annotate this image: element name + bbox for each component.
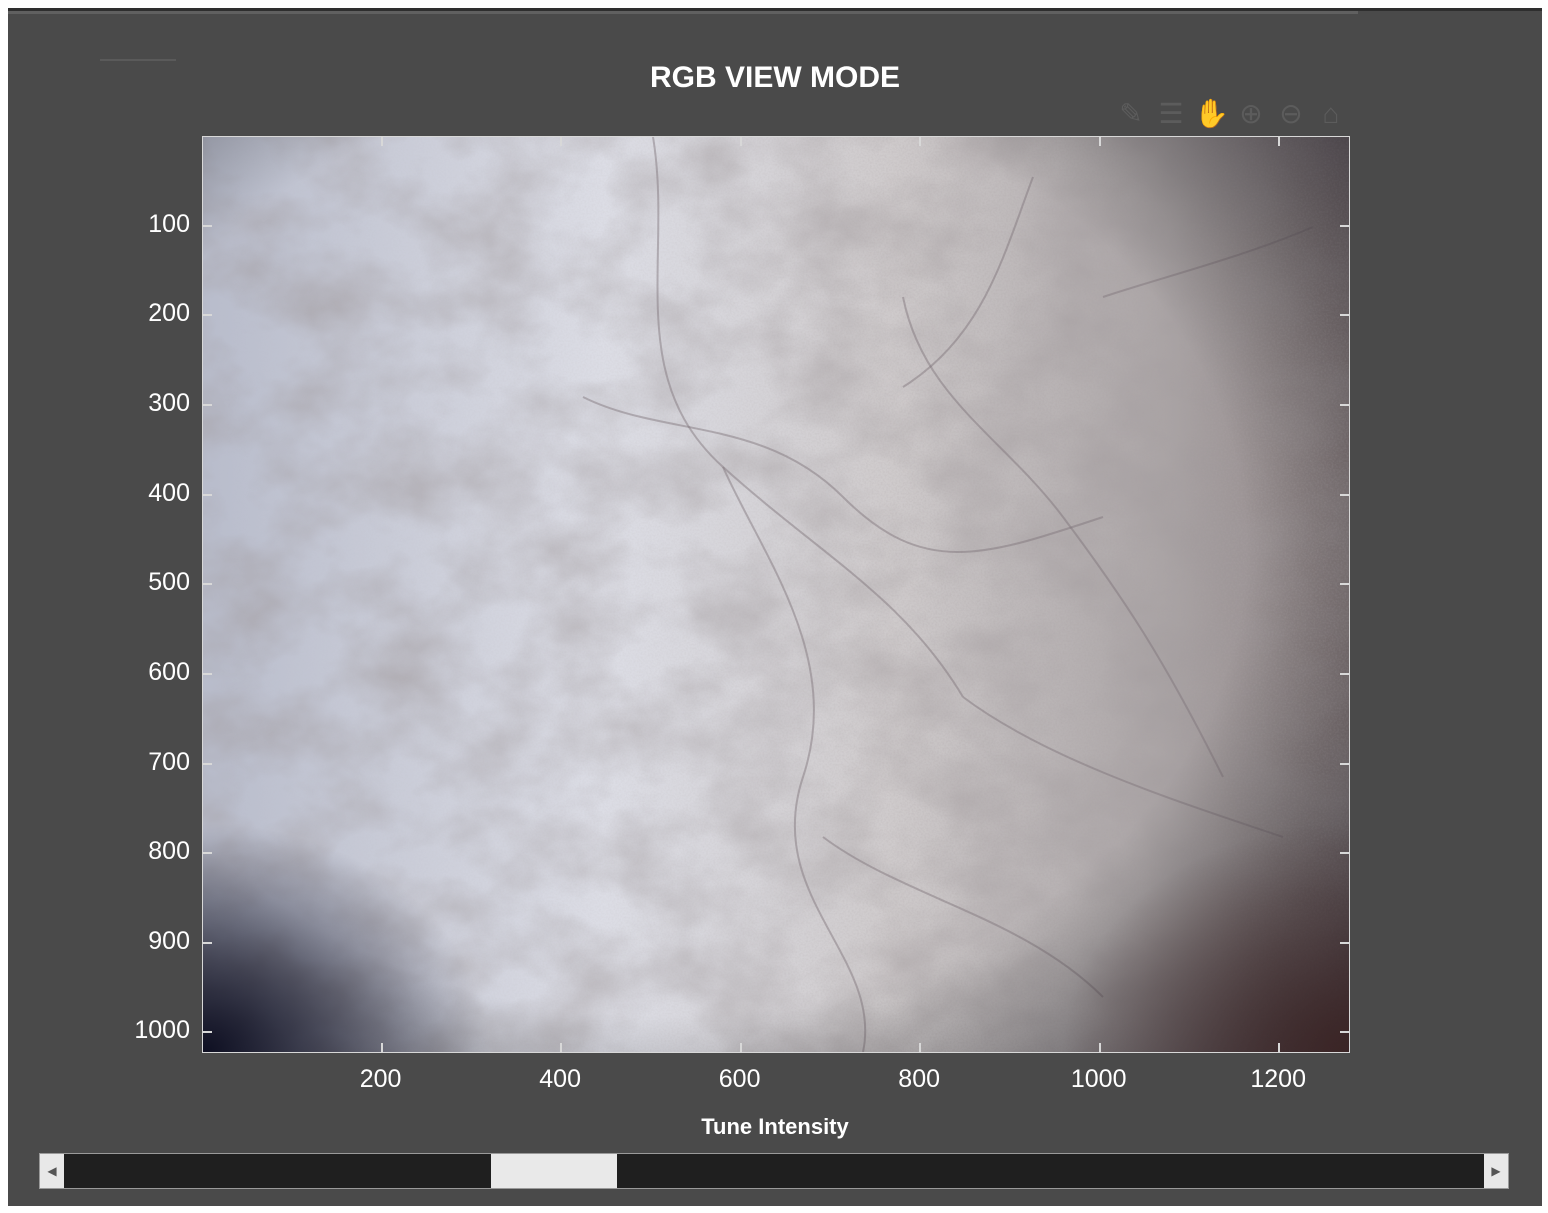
axes-toolbar: ✎ ☰ ✋ ⊕ ⊖ ⌂ — [1114, 97, 1348, 131]
x-tick-label: 200 — [359, 1065, 402, 1093]
y-tick-label: 600 — [148, 657, 190, 686]
intensity-slider[interactable]: ◀ ▶ — [39, 1153, 1509, 1189]
datatip-icon[interactable]: ☰ — [1154, 97, 1188, 131]
y-tick-label: 500 — [148, 568, 190, 597]
y-tick-label: 100 — [148, 209, 190, 238]
x-tick-label: 1200 — [1250, 1065, 1306, 1093]
slider-left-arrow-icon[interactable]: ◀ — [40, 1154, 64, 1188]
slider-right-arrow-icon[interactable]: ▶ — [1484, 1154, 1508, 1188]
y-tick-label: 800 — [148, 837, 190, 866]
page-title: RGB VIEW MODE — [649, 61, 900, 94]
x-tick-label: 1000 — [1070, 1065, 1127, 1093]
home-icon[interactable]: ⌂ — [1314, 97, 1348, 131]
zoom-out-icon[interactable]: ⊖ — [1274, 97, 1308, 131]
zoom-in-icon[interactable]: ⊕ — [1234, 97, 1268, 131]
pan-hand-icon[interactable]: ✋ — [1194, 97, 1229, 131]
brush-icon[interactable]: ✎ — [1114, 97, 1148, 131]
y-tick-label: 1000 — [134, 1016, 190, 1045]
image-axes[interactable] — [202, 136, 1350, 1053]
slider-thumb[interactable] — [491, 1154, 618, 1188]
slider-label: Tune Intensity — [701, 1114, 849, 1139]
microscope-image — [203, 137, 1349, 1052]
x-tick-label: 600 — [718, 1065, 761, 1093]
x-tick-label: 800 — [898, 1065, 941, 1093]
y-tick-label: 400 — [148, 478, 190, 507]
y-tick-label: 700 — [148, 747, 190, 776]
y-tick-label: 200 — [148, 299, 190, 328]
x-tick-label: 400 — [539, 1065, 581, 1093]
window-top-border — [8, 11, 1358, 14]
y-tick-label: 300 — [148, 389, 190, 418]
figure-window: RGB VIEW MODE ✎ ☰ ✋ ⊕ ⊖ ⌂ 100 200 300 40… — [8, 8, 1542, 1206]
y-tick-label: 900 — [148, 926, 190, 955]
